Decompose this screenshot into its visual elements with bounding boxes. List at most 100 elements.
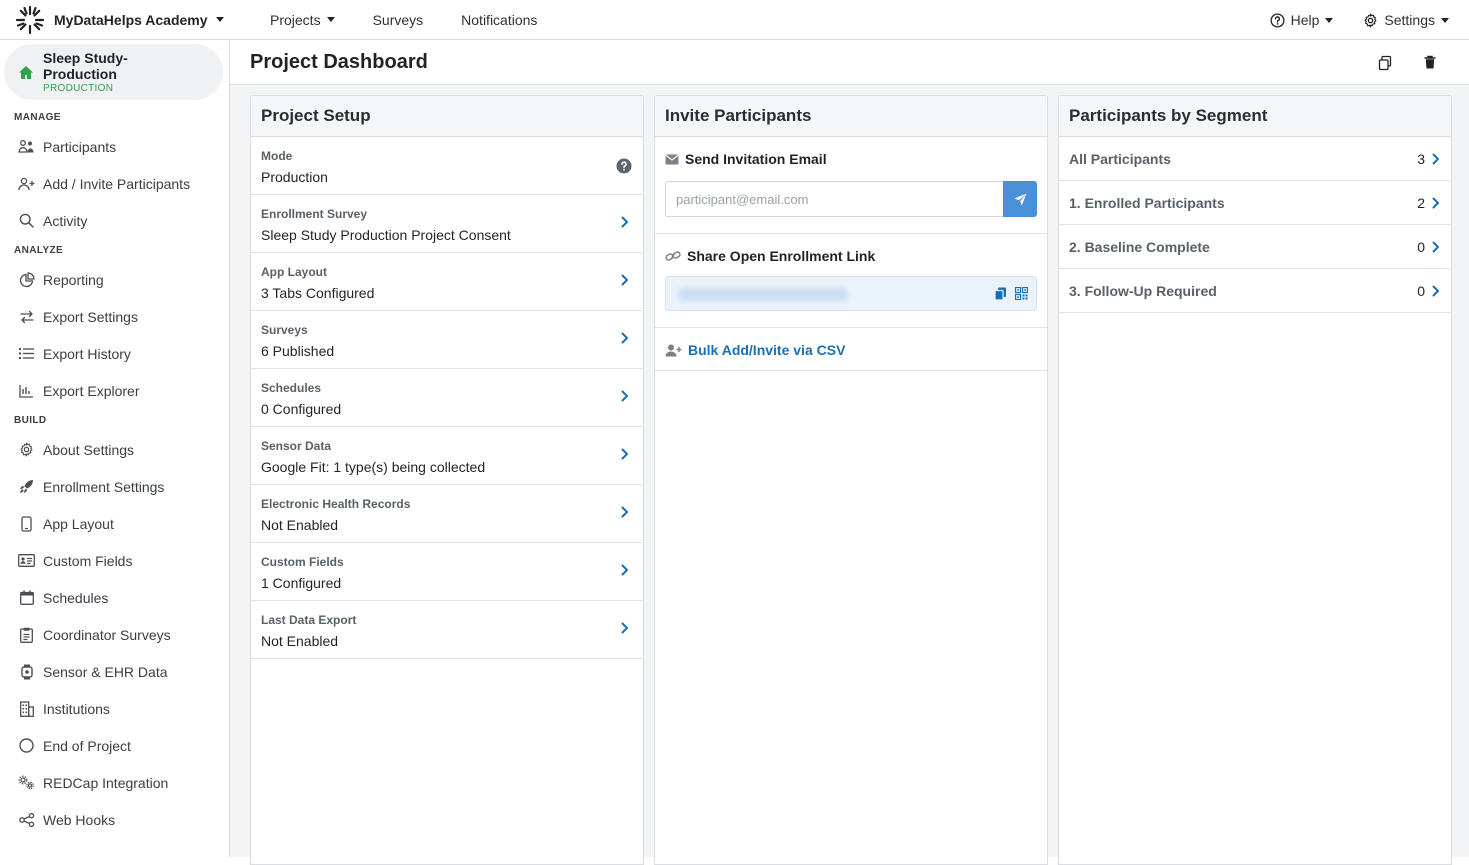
setup-row-value: 1 Configured <box>261 575 342 591</box>
chevron-right-icon <box>621 274 629 286</box>
sidebar-item-end-of-project[interactable]: End of Project <box>0 727 229 764</box>
top-right-menu: Help Settings <box>1240 0 1449 40</box>
setup-row-value: Production <box>261 169 328 185</box>
gear-icon <box>18 441 35 458</box>
nav-surveys-label: Surveys <box>372 11 424 28</box>
nav-surveys[interactable]: Surveys <box>373 12 424 28</box>
sidebar-item-export-settings[interactable]: Export Settings <box>0 298 229 335</box>
share-nodes-icon <box>18 811 35 828</box>
invite-participants-panel: Invite Participants Send Invitation Emai… <box>654 95 1048 865</box>
setup-row-value: 6 Published <box>261 343 335 359</box>
sidebar-item-label: Add / Invite Participants <box>43 175 191 192</box>
search-icon <box>18 212 35 229</box>
sidebar-item-activity[interactable]: Activity <box>0 202 229 239</box>
share-link-section: Share Open Enrollment Link <box>655 234 1047 328</box>
chevron-right-icon <box>1432 285 1440 297</box>
segment-row-2-baseline-complete[interactable]: 2. Baseline Complete 0 <box>1059 225 1451 269</box>
sidebar-item-reporting[interactable]: Reporting <box>0 261 229 298</box>
enrollment-link-field[interactable] <box>665 276 1037 311</box>
brand-name: MyDataHelps Academy <box>54 11 208 28</box>
setup-row-value: Google Fit: 1 type(s) being collected <box>261 459 486 475</box>
nav-projects[interactable]: Projects <box>270 12 335 28</box>
sidebar-item-label: Coordinator Surveys <box>43 626 171 643</box>
enrollment-link-redacted <box>678 288 848 301</box>
sidebar-item-add-invite-participants[interactable]: Add / Invite Participants <box>0 165 229 202</box>
main-nav: Projects Surveys Notifications <box>270 12 575 28</box>
setup-row-surveys[interactable]: Surveys 6 Published <box>251 311 643 369</box>
chevron-down-icon <box>1441 17 1449 23</box>
project-name: Sleep Study-Production <box>43 50 128 82</box>
setup-row-custom-fields[interactable]: Custom Fields 1 Configured <box>251 543 643 601</box>
nav-notifications[interactable]: Notifications <box>461 12 537 28</box>
arrows-exchange-icon <box>18 308 35 325</box>
setup-row-label: App Layout <box>261 265 327 279</box>
rocket-icon <box>18 478 35 495</box>
pie-chart-icon <box>18 271 35 288</box>
setup-row-electronic-health-records[interactable]: Electronic Health Records Not Enabled <box>251 485 643 543</box>
settings-menu[interactable]: Settings <box>1363 12 1449 28</box>
sidebar-item-sensor-ehr-data[interactable]: Sensor & EHR Data <box>0 653 229 690</box>
segment-row-1-enrolled-participants[interactable]: 1. Enrolled Participants 2 <box>1059 181 1451 225</box>
nav-projects-label: Projects <box>270 11 321 28</box>
chevron-right-icon <box>621 506 629 518</box>
help-icon[interactable] <box>616 158 632 174</box>
sidebar-item-app-layout[interactable]: App Layout <box>0 505 229 542</box>
header-actions <box>1347 40 1437 85</box>
sidebar-item-label: Custom Fields <box>43 552 133 569</box>
sidebar-item-participants[interactable]: Participants <box>0 128 229 165</box>
segment-row-all-participants[interactable]: All Participants 3 <box>1059 137 1451 181</box>
participants-icon <box>18 138 35 155</box>
setup-row-value: Not Enabled <box>261 517 339 533</box>
chevron-right-icon <box>1432 241 1440 253</box>
delete-project-button[interactable] <box>1423 55 1437 70</box>
chevron-right-icon <box>621 622 629 634</box>
copy-link-icon[interactable] <box>994 287 1007 301</box>
chevron-right-icon <box>621 216 629 228</box>
setup-row-last-data-export[interactable]: Last Data Export Not Enabled <box>251 601 643 659</box>
participant-email-input[interactable] <box>665 181 1003 217</box>
sidebar-item-coordinator-surveys[interactable]: Coordinator Surveys <box>0 616 229 653</box>
qr-code-icon[interactable] <box>1015 287 1028 301</box>
chevron-down-icon <box>326 17 335 22</box>
phone-icon <box>18 515 35 532</box>
sidebar-item-export-history[interactable]: Export History <box>0 335 229 372</box>
setup-row-enrollment-survey[interactable]: Enrollment Survey Sleep Study Production … <box>251 195 643 253</box>
setup-row-label: Sensor Data <box>261 439 332 453</box>
sidebar-item-label: Export History <box>43 345 131 362</box>
bulk-add-invite-link[interactable]: Bulk Add/Invite via CSV <box>655 328 1047 371</box>
page-header: Project Dashboard <box>230 40 1469 85</box>
sidebar-item-label: App Layout <box>43 515 114 532</box>
segment-label: 1. Enrolled Participants <box>1069 194 1225 211</box>
send-invitation-title: Send Invitation Email <box>685 151 827 167</box>
segment-row-3-follow-up-required[interactable]: 3. Follow-Up Required 0 <box>1059 269 1451 313</box>
send-invitation-button[interactable] <box>1003 181 1037 217</box>
invite-participants-title: Invite Participants <box>655 96 1047 137</box>
chevron-right-icon <box>1432 197 1440 209</box>
sidebar-item-enrollment-settings[interactable]: Enrollment Settings <box>0 468 229 505</box>
add-user-icon <box>18 175 35 192</box>
setup-row-schedules[interactable]: Schedules 0 Configured <box>251 369 643 427</box>
chevron-down-icon <box>215 17 224 22</box>
brand-menu[interactable]: MyDataHelps Academy <box>0 4 270 36</box>
sidebar-item-institutions[interactable]: Institutions <box>0 690 229 727</box>
sidebar-item-about-settings[interactable]: About Settings <box>0 431 229 468</box>
segment-count: 2 <box>1417 194 1425 211</box>
setup-row-sensor-data[interactable]: Sensor Data Google Fit: 1 type(s) being c… <box>251 427 643 485</box>
segments-panel: Participants by Segment All Participants… <box>1058 95 1452 865</box>
sidebar-item-label: Institutions <box>43 700 110 717</box>
copy-project-button[interactable] <box>1377 55 1393 71</box>
sidebar-item-label: Web Hooks <box>43 811 116 828</box>
setup-row-app-layout[interactable]: App Layout 3 Tabs Configured <box>251 253 643 311</box>
sidebar-item-label: Participants <box>43 138 117 155</box>
sidebar-item-export-explorer[interactable]: Export Explorer <box>0 372 229 409</box>
project-selector[interactable]: Sleep Study-Production PRODUCTION <box>4 44 223 100</box>
segment-count: 3 <box>1417 150 1425 167</box>
sidebar-item-web-hooks[interactable]: Web Hooks <box>0 801 229 838</box>
sidebar-item-redcap-integration[interactable]: REDCap Integration <box>0 764 229 801</box>
sidebar-item-custom-fields[interactable]: Custom Fields <box>0 542 229 579</box>
top-bar: MyDataHelps Academy Projects Surveys Not… <box>0 0 1469 40</box>
help-menu[interactable]: Help <box>1270 12 1334 28</box>
sidebar-item-schedules[interactable]: Schedules <box>0 579 229 616</box>
help-label: Help <box>1290 12 1320 28</box>
segment-label: 2. Baseline Complete <box>1069 238 1210 255</box>
